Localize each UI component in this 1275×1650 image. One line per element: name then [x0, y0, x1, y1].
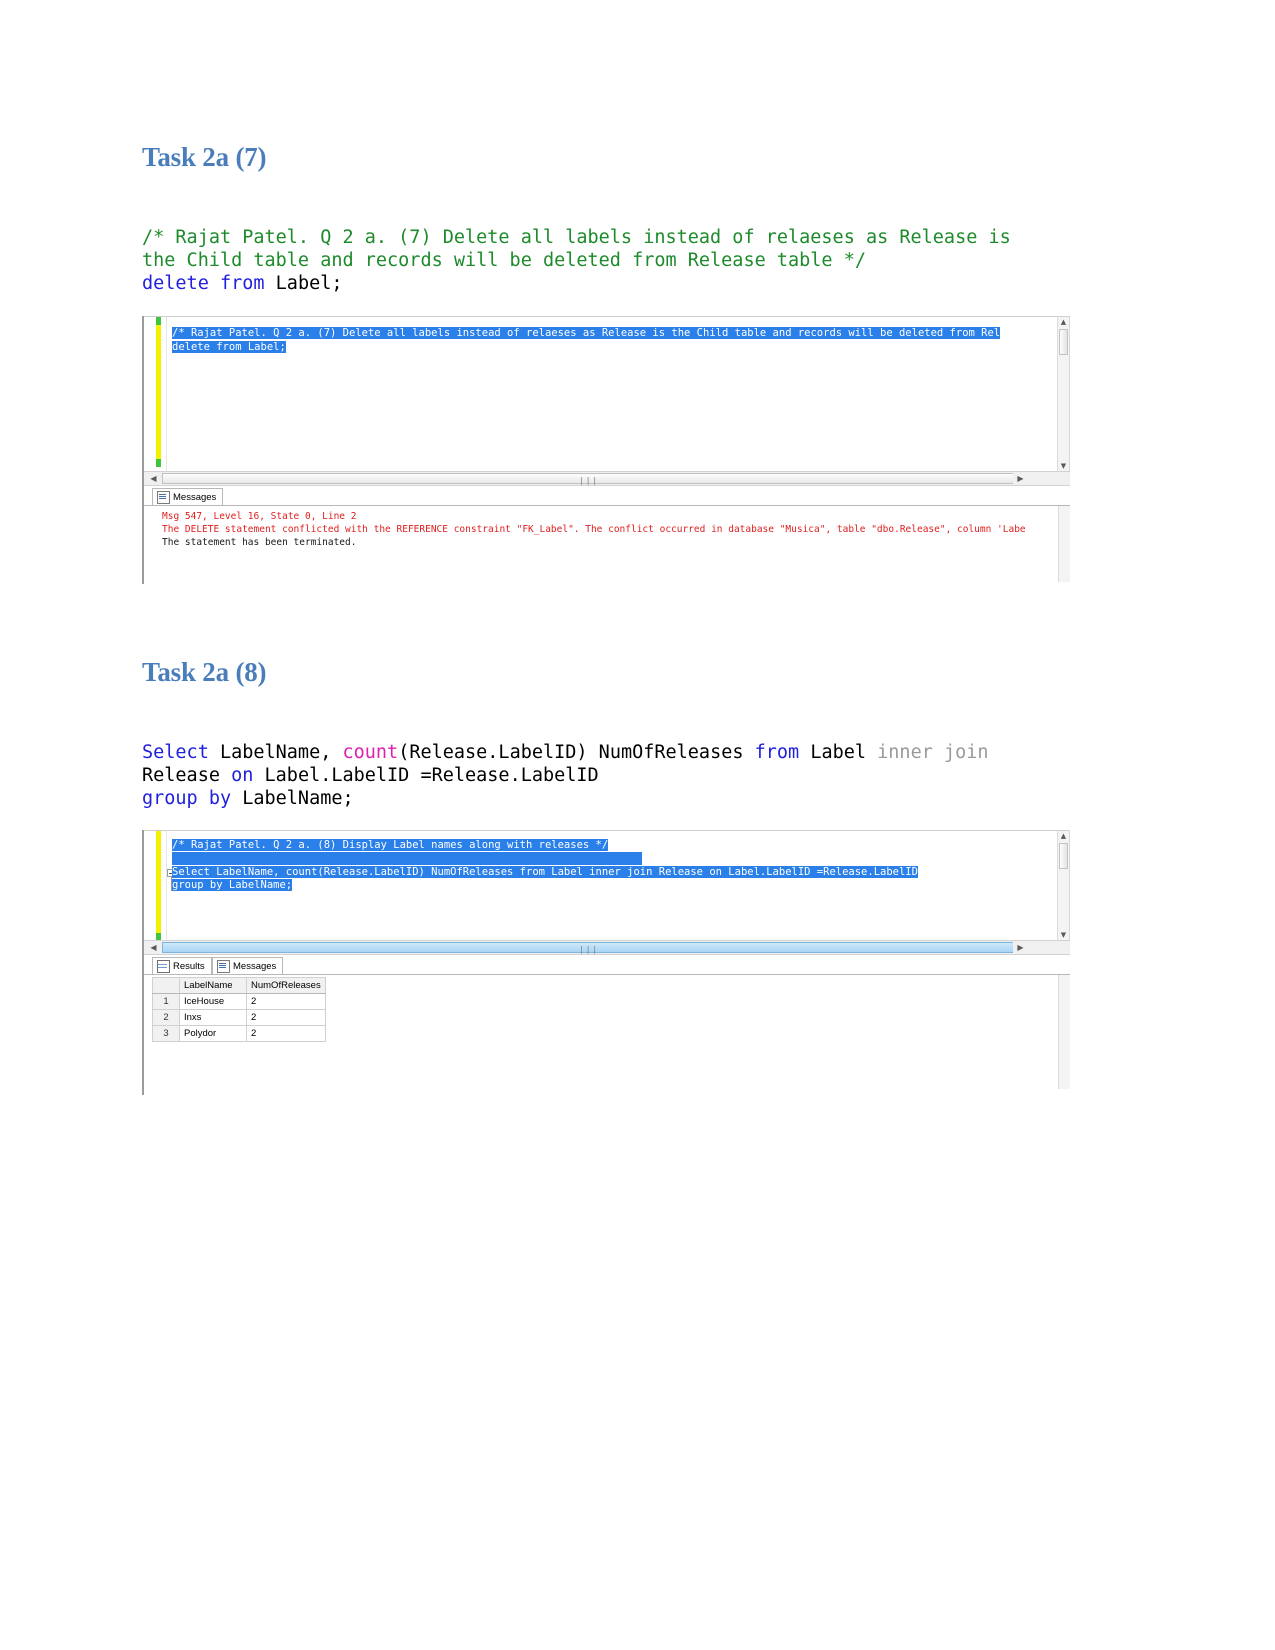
results-grid-task8[interactable]: LabelName NumOfReleases 1 IceHouse 2 2 I…	[144, 975, 1070, 1089]
editor8-line-4: group by LabelName;	[172, 879, 293, 891]
row-number[interactable]: 2	[152, 1009, 180, 1026]
scroll-up-arrow-icon-8[interactable]: ▲	[1058, 831, 1069, 842]
sql-comment-line1: /* Rajat Patel. Q 2 a. (7) Delete all la…	[142, 227, 1011, 248]
messages-vertical-scrollbar[interactable]	[1058, 506, 1070, 582]
horizontal-scroll-thumb[interactable]: ❘❘❘	[162, 473, 1018, 485]
editor-change-bar-green-bottom	[156, 459, 161, 467]
editor8-line-3: Select LabelName, count(Release.LabelID)…	[172, 866, 918, 878]
scroll-down-arrow-icon[interactable]: ▼	[1058, 461, 1069, 471]
results-vertical-scrollbar[interactable]	[1058, 975, 1070, 1089]
table-row[interactable]: 3 Polydor 2	[152, 1025, 326, 1042]
cell-numofreleases[interactable]: 2	[246, 993, 326, 1010]
sql-snippet-task7: /* Rajat Patel. Q 2 a. (7) Delete all la…	[142, 226, 1142, 295]
sql-comma: ,	[320, 742, 332, 763]
editor8-vertical-scrollbar[interactable]: ▲ ▼	[1057, 831, 1069, 940]
messages-icon	[157, 490, 170, 504]
horizontal-scroll-thumb-8[interactable]: ❘❘❘	[162, 942, 1018, 954]
editor8-line-1: /* Rajat Patel. Q 2 a. (8) Display Label…	[172, 839, 609, 851]
scroll-down-arrow-icon-8[interactable]: ▼	[1058, 930, 1069, 940]
editor-line-2: delete from Label;	[172, 341, 286, 353]
scroll-left-arrow-icon-8[interactable]: ◀	[146, 941, 161, 954]
editor8-line-2	[172, 852, 642, 865]
column-header-labelname[interactable]: LabelName	[179, 977, 247, 994]
sql-keyword-on: on	[231, 765, 254, 786]
sql-semicolon-8: ;	[342, 788, 354, 809]
sql-comment-line2: the Child table and records will be dele…	[142, 250, 866, 271]
editor-vertical-scrollbar[interactable]: ▲ ▼	[1057, 317, 1069, 471]
tab-messages[interactable]: Messages	[152, 488, 224, 505]
sql-join-condition: Label.LabelID =Release.LabelID	[253, 765, 599, 786]
row-number[interactable]: 3	[152, 1025, 180, 1042]
vertical-scroll-thumb-8[interactable]	[1059, 843, 1068, 869]
sql-table-release: Release	[142, 765, 232, 786]
cell-labelname[interactable]: IceHouse	[179, 993, 247, 1010]
sql-keyword-select: Select	[142, 742, 209, 763]
messages-icon-8	[217, 959, 230, 973]
table-row[interactable]: 1 IceHouse 2	[152, 993, 326, 1010]
messages-output-task7[interactable]: Msg 547, Level 16, State 0, Line 2 The D…	[144, 506, 1070, 582]
sql-snippet-task8: Select LabelName, count(Release.LabelID)…	[142, 741, 1142, 810]
table-row[interactable]: 2 Inxs 2	[152, 1009, 326, 1026]
tab-messages-8[interactable]: Messages	[212, 957, 284, 974]
query-editor-task8[interactable]: /* Rajat Patel. Q 2 a. (8) Display Label…	[144, 830, 1070, 940]
scroll-right-arrow-icon[interactable]: ▶	[1013, 472, 1028, 485]
editor-change-bar-yellow	[156, 329, 161, 464]
sql-semicolon: ;	[331, 273, 343, 294]
document-page: Task 2a (7) /* Rajat Patel. Q 2 a. (7) D…	[0, 0, 1275, 1650]
scroll-thumb-grip-icon: ❘❘❘	[578, 476, 599, 485]
page-title-task-2a-8: Task 2a (8)	[142, 657, 267, 687]
editor-line-1: /* Rajat Patel. Q 2 a. (7) Delete all la…	[172, 327, 1001, 339]
message-line-error-header: Msg 547, Level 16, State 0, Line 2	[162, 511, 357, 522]
sql-keyword-inner-join: inner join	[877, 742, 989, 763]
row-number[interactable]: 1	[152, 993, 180, 1010]
scroll-left-arrow-icon[interactable]: ◀	[146, 472, 161, 485]
page-title-task-2a-7: Task 2a (7)	[142, 142, 267, 172]
message-line-terminated: The statement has been terminated.	[162, 537, 357, 548]
editor-change-bar-yellow-8	[156, 831, 161, 933]
sql-group-by-column: LabelName	[231, 788, 343, 809]
message-line-error-detail: The DELETE statement conflicted with the…	[162, 524, 1026, 535]
sql-function-count: count	[331, 742, 399, 763]
cell-numofreleases[interactable]: 2	[246, 1009, 326, 1026]
column-header-numofreleases[interactable]: NumOfReleases	[246, 977, 326, 994]
editor-gutter-divider	[166, 317, 167, 471]
sql-keyword-from-8: from	[754, 742, 800, 763]
cell-labelname[interactable]: Inxs	[179, 1009, 247, 1026]
results-table: LabelName NumOfReleases 1 IceHouse 2 2 I…	[152, 977, 326, 1042]
query-editor-task7[interactable]: /* Rajat Patel. Q 2 a. (7) Delete all la…	[144, 316, 1070, 471]
editor-horizontal-scrollbar-task7[interactable]: ◀ ❘❘❘ ▶	[144, 471, 1070, 486]
vertical-scroll-thumb[interactable]	[1059, 329, 1068, 355]
sql-keyword-delete: delete	[142, 273, 209, 294]
sql-identifier-label: Label	[275, 273, 332, 294]
scroll-thumb-grip-icon-8: ❘❘❘	[578, 945, 599, 954]
sql-keyword-group-by: group by	[142, 788, 232, 809]
scroll-up-arrow-icon[interactable]: ▲	[1058, 317, 1069, 328]
cell-numofreleases[interactable]: 2	[246, 1025, 326, 1042]
results-tabstrip-task7: Messages	[144, 486, 1070, 506]
scroll-right-arrow-icon-8[interactable]: ▶	[1013, 941, 1028, 954]
sql-table-label: Label	[799, 742, 878, 763]
tab-messages-label-8: Messages	[233, 960, 277, 972]
table-header-row: LabelName NumOfReleases	[152, 977, 326, 994]
editor-horizontal-scrollbar-task8[interactable]: ◀ ❘❘❘ ▶	[144, 940, 1070, 955]
ssms-screenshot-task8: /* Rajat Patel. Q 2 a. (8) Display Label…	[142, 830, 1070, 1095]
column-header-rownum[interactable]	[152, 977, 180, 994]
results-tabstrip-task8: Results Messages	[144, 955, 1070, 975]
cell-labelname[interactable]: Polydor	[179, 1025, 247, 1042]
editor-change-bar-green-8	[156, 933, 161, 940]
results-grid-icon	[157, 959, 170, 973]
sql-keyword-from: from	[219, 273, 265, 294]
editor-gutter-divider-8	[166, 831, 167, 940]
tab-messages-label: Messages	[173, 491, 217, 503]
tab-results[interactable]: Results	[152, 957, 212, 974]
sql-column-labelname: LabelName	[208, 742, 321, 763]
sql-count-arguments: (Release.LabelID)	[398, 742, 588, 763]
tab-results-label: Results	[173, 960, 205, 972]
sql-alias-numofreleases: NumOfReleases	[587, 742, 755, 763]
editor-change-bar-green	[156, 317, 161, 325]
ssms-screenshot-task7: /* Rajat Patel. Q 2 a. (7) Delete all la…	[142, 316, 1070, 584]
